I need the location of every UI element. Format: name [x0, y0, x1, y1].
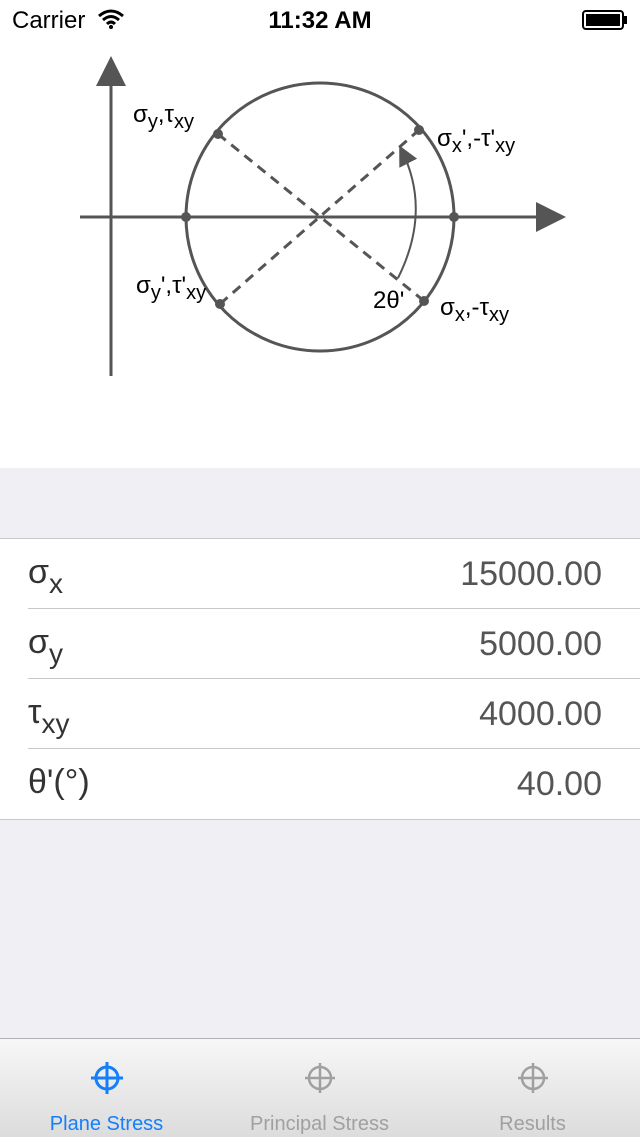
sigma-y-value[interactable]: 5000.00: [479, 625, 602, 664]
sigma-x-value[interactable]: 15000.00: [460, 555, 602, 594]
label-top-right: σx',-τ'xy: [437, 125, 515, 157]
tab-plane-stress[interactable]: Plane Stress: [0, 1039, 213, 1137]
input-row-sigma-y[interactable]: σy 5000.00: [0, 609, 640, 679]
diagram-panel: Carrier 11:32 AM σy,τxy σx',-τ'xy σy',τ'…: [0, 0, 640, 468]
mohr-circle-svg: σy,τxy σx',-τ'xy σy',τ'xy σx,-τxy 2θ': [80, 56, 566, 376]
label-top-left: σy,τxy: [133, 101, 194, 133]
axes: [80, 56, 566, 376]
clock: 11:32 AM: [268, 7, 372, 34]
mohr-circle-diagram: σy,τxy σx',-τ'xy σy',τ'xy σx,-τxy 2θ': [0, 40, 640, 468]
battery-icon: [582, 10, 627, 30]
label-bottom-left: σy',τ'xy: [136, 272, 206, 304]
tau-xy-value[interactable]: 4000.00: [479, 695, 602, 734]
angle-label: 2θ': [373, 287, 404, 314]
tab-label: Principal Stress: [250, 1113, 389, 1135]
row-label: θ'(°): [28, 763, 90, 801]
crosshair-icon: [90, 1062, 123, 1094]
theta-value[interactable]: 40.00: [517, 765, 602, 804]
tab-bar: Plane Stress Principal Stress Results: [0, 1038, 640, 1137]
tab-results[interactable]: Results: [426, 1039, 639, 1137]
stress-input-table: σx 15000.00 σy 5000.00 τxy 4000.00 θ'(°)…: [0, 538, 640, 820]
row-label: τxy: [28, 693, 70, 739]
crosshair-icon: [517, 1063, 548, 1093]
label-bottom-right: σx,-τxy: [440, 294, 509, 326]
row-label: σx: [28, 553, 63, 599]
input-row-theta[interactable]: θ'(°) 40.00: [0, 749, 640, 819]
angle-arc: [397, 145, 418, 279]
tab-label: Results: [499, 1113, 566, 1135]
tab-principal-stress[interactable]: Principal Stress: [213, 1039, 426, 1137]
status-bar: Carrier 11:32 AM: [0, 0, 640, 40]
tab-label: Plane Stress: [49, 1113, 164, 1135]
row-label: σy: [28, 623, 63, 669]
crosshair-icon: [304, 1063, 335, 1093]
input-row-tau-xy[interactable]: τxy 4000.00: [0, 679, 640, 749]
input-row-sigma-x[interactable]: σx 15000.00: [0, 539, 640, 609]
